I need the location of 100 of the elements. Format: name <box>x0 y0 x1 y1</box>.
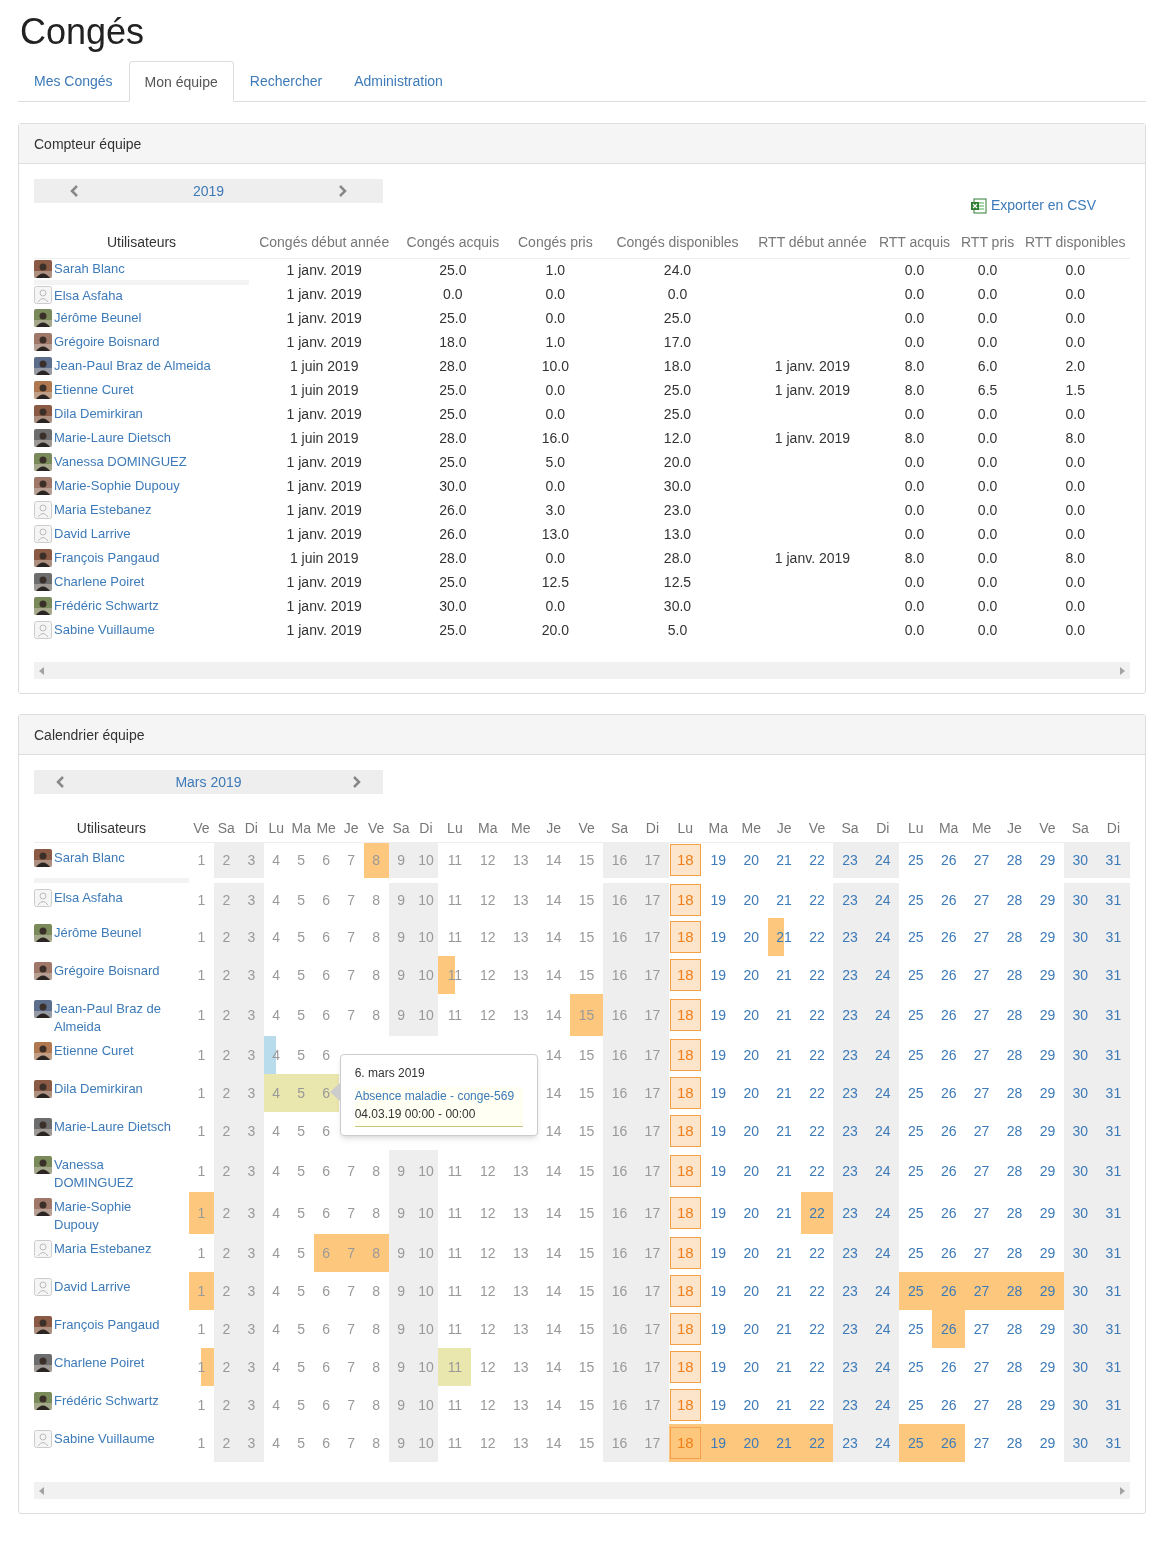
absence-mark[interactable] <box>1030 1272 1064 1310</box>
absence-mark[interactable] <box>701 1424 735 1462</box>
absence-mark[interactable] <box>932 1310 966 1348</box>
horizontal-scrollbar[interactable] <box>34 1482 1130 1499</box>
day-number: 26 <box>940 1084 957 1101</box>
absence-mark[interactable] <box>188 1192 214 1234</box>
day-number: 4 <box>272 891 281 908</box>
user-name-link[interactable]: David Larrive <box>54 1278 131 1296</box>
absence-mark[interactable] <box>899 1424 933 1462</box>
absence-time: 04.03.19 00:00 - 00:00 <box>354 1106 477 1123</box>
day-number: 3 <box>247 1244 256 1261</box>
column-header[interactable]: Congés début année <box>249 228 400 258</box>
year-label[interactable]: 2019 <box>192 180 225 202</box>
user-name-link[interactable]: François Pangaud <box>54 548 160 568</box>
user-name-link[interactable]: David Larrive <box>54 524 131 544</box>
user-name-link[interactable]: Jean-Paul Braz de Almeida <box>54 1000 174 1036</box>
month-label[interactable]: Mars 2019 <box>175 771 242 793</box>
table-cell: 0.0 <box>1065 309 1086 326</box>
user-name-link[interactable]: Marie-Sophie Dupouy <box>54 476 180 496</box>
column-header[interactable]: Congés acquis <box>399 228 507 258</box>
absence-mark[interactable] <box>263 1074 289 1112</box>
scroll-left-icon[interactable] <box>39 1486 44 1495</box>
user-name-link[interactable]: Etienne Curet <box>54 1042 134 1060</box>
table-cell: 1 janv. 2019 <box>774 357 851 374</box>
user-name-link[interactable]: François Pangaud <box>54 1316 160 1334</box>
user-name-link[interactable]: Frédéric Schwartz <box>54 1392 159 1410</box>
user-name-link[interactable]: Elsa Asfaha <box>54 285 123 305</box>
table-cell: 0.0 <box>904 309 925 326</box>
user-name-link[interactable]: Maria Estebanez <box>54 500 152 520</box>
weekday-header: Je <box>338 816 364 842</box>
user-name-link[interactable]: Sarah Blanc <box>54 259 125 279</box>
user-name-link[interactable]: Marie-Laure Dietsch <box>54 428 172 448</box>
user-name-link[interactable]: Vanessa DOMINGUEZ <box>54 1156 174 1192</box>
user-name-link[interactable]: Charlene Poiret <box>54 572 145 592</box>
user-name-link[interactable]: Dila Demirkiran <box>54 1080 143 1098</box>
absence-mark[interactable] <box>313 1234 339 1272</box>
user-name-link[interactable]: Sabine Vuillaume <box>54 1430 155 1448</box>
scroll-left-icon[interactable] <box>39 666 44 675</box>
user-name-link[interactable]: Grégoire Boisnard <box>54 962 160 980</box>
tab[interactable]: Mon équipe <box>128 61 234 102</box>
user-name-link[interactable]: Etienne Curet <box>54 380 134 400</box>
today-day-number: 18 <box>669 1275 701 1307</box>
day-number: 21 <box>776 1084 792 1101</box>
absence-mark[interactable] <box>800 1192 834 1234</box>
absence-mark[interactable] <box>363 1234 389 1272</box>
absence-mark[interactable] <box>438 1348 472 1386</box>
column-header[interactable]: RTT pris <box>954 228 1021 258</box>
user-name-link[interactable]: Vanessa DOMINGUEZ <box>54 452 187 472</box>
day-number: 3 <box>247 1396 256 1413</box>
user-name-link[interactable]: Grégoire Boisnard <box>54 332 160 352</box>
day-number: 25 <box>907 1358 924 1375</box>
absence-mark[interactable] <box>570 994 603 1036</box>
scroll-right-icon[interactable] <box>1120 1486 1125 1495</box>
column-header[interactable]: Congés disponibles <box>604 228 751 258</box>
day-number: 19 <box>710 1434 727 1451</box>
next-icon[interactable] <box>352 776 361 788</box>
table-cell: 5.0 <box>667 621 688 638</box>
day-number: 19 <box>710 966 727 983</box>
export-link[interactable]: Exporter en CSV <box>990 195 1096 216</box>
absence-mark[interactable] <box>188 1272 214 1310</box>
previous-icon[interactable] <box>56 776 65 788</box>
user-name-link[interactable]: Elsa Asfaha <box>54 888 123 907</box>
column-header[interactable]: RTT disponibles <box>1020 228 1130 258</box>
day-number: 1 <box>197 1244 206 1261</box>
user-name-link[interactable]: Sabine Vuillaume <box>54 620 155 640</box>
user-name-link[interactable]: Maria Estebanez <box>54 1240 152 1258</box>
column-header[interactable]: RTT acquis <box>874 228 955 258</box>
tab[interactable]: Rechercher <box>233 61 339 101</box>
table-cell: 8.0 <box>1065 549 1086 566</box>
day-number: 12 <box>480 1006 496 1023</box>
absence-mark[interactable] <box>800 1424 834 1462</box>
horizontal-scrollbar[interactable] <box>34 662 1130 679</box>
day-number: 24 <box>875 1006 891 1023</box>
day-number: 24 <box>875 1084 891 1101</box>
day-number: 1 <box>197 928 206 945</box>
absence-link[interactable]: Absence maladie - conge-569 <box>354 1087 523 1105</box>
user-name-link[interactable]: Marie-Sophie Dupouy <box>54 1198 174 1234</box>
absence-mark[interactable] <box>932 1424 966 1462</box>
user-name-link[interactable]: Marie-Laure Dietsch <box>54 1118 172 1136</box>
tab[interactable]: Mes Congés <box>18 61 129 101</box>
table-cell: 0.0 <box>545 477 566 494</box>
weekday-header: Di <box>866 816 900 842</box>
tab[interactable]: Administration <box>338 61 459 101</box>
user-name-link[interactable]: Jean-Paul Braz de Almeida <box>54 356 211 376</box>
day-number: 19 <box>710 1006 727 1023</box>
column-header[interactable]: Congés pris <box>506 228 605 258</box>
day-number: 28 <box>1006 1434 1023 1451</box>
user-name-link[interactable]: Dila Demirkiran <box>54 404 143 424</box>
day-number: 29 <box>1039 966 1056 983</box>
column-header[interactable]: RTT début année <box>750 228 875 258</box>
user-name-link[interactable]: Charlene Poiret <box>54 1354 145 1372</box>
user-name-link[interactable]: Jérôme Beunel <box>54 924 142 942</box>
user-name-link[interactable]: Sarah Blanc <box>54 848 125 867</box>
day-number: 10 <box>418 1006 434 1023</box>
next-icon[interactable] <box>338 185 347 197</box>
scroll-right-icon[interactable] <box>1120 666 1125 675</box>
absence-mark[interactable] <box>899 1272 933 1310</box>
previous-icon[interactable] <box>70 185 79 197</box>
user-name-link[interactable]: Jérôme Beunel <box>54 308 142 328</box>
user-name-link[interactable]: Frédéric Schwartz <box>54 596 159 616</box>
